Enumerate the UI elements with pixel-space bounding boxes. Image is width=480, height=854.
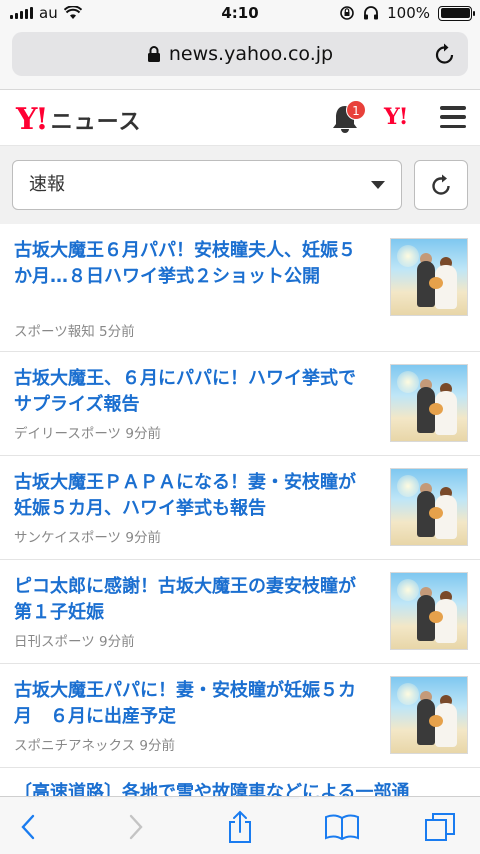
article-meta: スポニチアネックス 9分前 [14, 734, 175, 754]
status-right: 100% [339, 4, 475, 22]
status-bar: au 4:10 100% [0, 0, 480, 28]
site-header: Y! ニュース 1 Y! [0, 90, 480, 146]
news-logo-text: ニュース [50, 109, 142, 135]
yahoo-news-logo[interactable]: Y! ニュース [16, 102, 142, 137]
article-title[interactable]: 古坂大魔王ＰＡＰＡになる！妻・安枝瞳が妊娠５カ月、ハワイ挙式も報告 [14, 470, 366, 522]
filter-row: 速報 [0, 146, 480, 224]
article-source: 日刊スポーツ [14, 634, 95, 650]
book-icon [325, 814, 359, 841]
bookmarks-button[interactable] [322, 809, 362, 845]
article-thumbnail[interactable] [390, 364, 468, 442]
browser-toolbar [0, 796, 480, 854]
article-item[interactable]: 古坂大魔王パパに！妻・安枝瞳が妊娠５カ月 ６月に出産予定 スポニチアネックス 9… [0, 664, 480, 768]
refresh-button[interactable] [414, 160, 468, 210]
article-title[interactable]: 古坂大魔王パパに！妻・安枝瞳が妊娠５カ月 ６月に出産予定 [14, 678, 366, 730]
battery-icon [438, 5, 475, 21]
address-bar[interactable]: news.yahoo.co.jp [12, 32, 468, 76]
headphones-icon [364, 6, 379, 20]
browser-url-area: news.yahoo.co.jp [0, 28, 480, 90]
article-thumbnail[interactable] [390, 572, 468, 650]
page: au 4:10 100% news.yahoo.co.jp Y! ニュース 1 … [0, 0, 480, 854]
article-time: 9分前 [99, 634, 135, 650]
article-item[interactable]: 古坂大魔王６月パパ！安枝瞳夫人、妊娠５か月…８日ハワイ挙式２ショット公開 スポー… [0, 224, 480, 352]
article-meta: サンケイスポーツ 9分前 [14, 526, 161, 546]
article-meta: スポーツ報知 5分前 [14, 320, 135, 340]
chevron-right-icon [129, 814, 143, 840]
article-time: 9分前 [125, 530, 161, 546]
yahoo-logo-mark: Y! [16, 102, 49, 137]
article-item[interactable]: 古坂大魔王、６月にパパに！ハワイ挙式でサプライズ報告 デイリースポーツ 9分前 [0, 352, 480, 456]
article-source: デイリースポーツ [14, 426, 122, 442]
article-meta: 日刊スポーツ 9分前 [14, 630, 135, 650]
article-time: 9分前 [125, 426, 161, 442]
url-text: news.yahoo.co.jp [168, 43, 334, 65]
article-source: サンケイスポーツ [14, 530, 122, 546]
article-thumbnail[interactable] [390, 468, 468, 546]
share-button[interactable] [220, 809, 260, 845]
article-time: 9分前 [139, 738, 175, 754]
yahoo-top-link[interactable]: Y! [384, 104, 408, 130]
chevron-left-icon [21, 814, 35, 840]
rotation-lock-icon [340, 6, 354, 20]
back-button[interactable] [8, 809, 48, 845]
article-title[interactable]: ピコ太郎に感謝！古坂大魔王の妻安枝瞳が第１子妊娠 [14, 574, 366, 626]
forward-button[interactable] [116, 809, 156, 845]
article-thumbnail[interactable] [390, 238, 468, 316]
category-select[interactable]: 速報 [12, 160, 402, 210]
caret-down-icon [371, 181, 385, 189]
notification-badge: 1 [346, 100, 366, 120]
article-source: スポーツ報知 [14, 324, 95, 340]
article-thumbnail[interactable] [390, 676, 468, 754]
battery-percent: 100% [387, 4, 430, 22]
article-meta: デイリースポーツ 9分前 [14, 422, 161, 442]
lock-icon [147, 46, 160, 62]
reload-icon[interactable] [434, 42, 456, 66]
article-list: 古坂大魔王６月パパ！安枝瞳夫人、妊娠５か月…８日ハワイ挙式２ショット公開 スポー… [0, 224, 480, 768]
article-item[interactable]: 古坂大魔王ＰＡＰＡになる！妻・安枝瞳が妊娠５カ月、ハワイ挙式も報告 サンケイスポ… [0, 456, 480, 560]
article-item[interactable]: ピコ太郎に感謝！古坂大魔王の妻安枝瞳が第１子妊娠 日刊スポーツ 9分前 [0, 560, 480, 664]
tabs-icon [425, 813, 455, 841]
article-source: スポニチアネックス [14, 738, 136, 754]
refresh-icon [432, 174, 450, 195]
tabs-button[interactable] [420, 809, 460, 845]
article-title[interactable]: 古坂大魔王、６月にパパに！ハワイ挙式でサプライズ報告 [14, 366, 366, 418]
article-title[interactable]: 古坂大魔王６月パパ！安枝瞳夫人、妊娠５か月…８日ハワイ挙式２ショット公開 [14, 238, 366, 290]
article-time: 5分前 [99, 324, 135, 340]
hamburger-icon[interactable] [440, 106, 466, 128]
category-select-value: 速報 [29, 174, 65, 195]
share-icon [229, 810, 251, 843]
